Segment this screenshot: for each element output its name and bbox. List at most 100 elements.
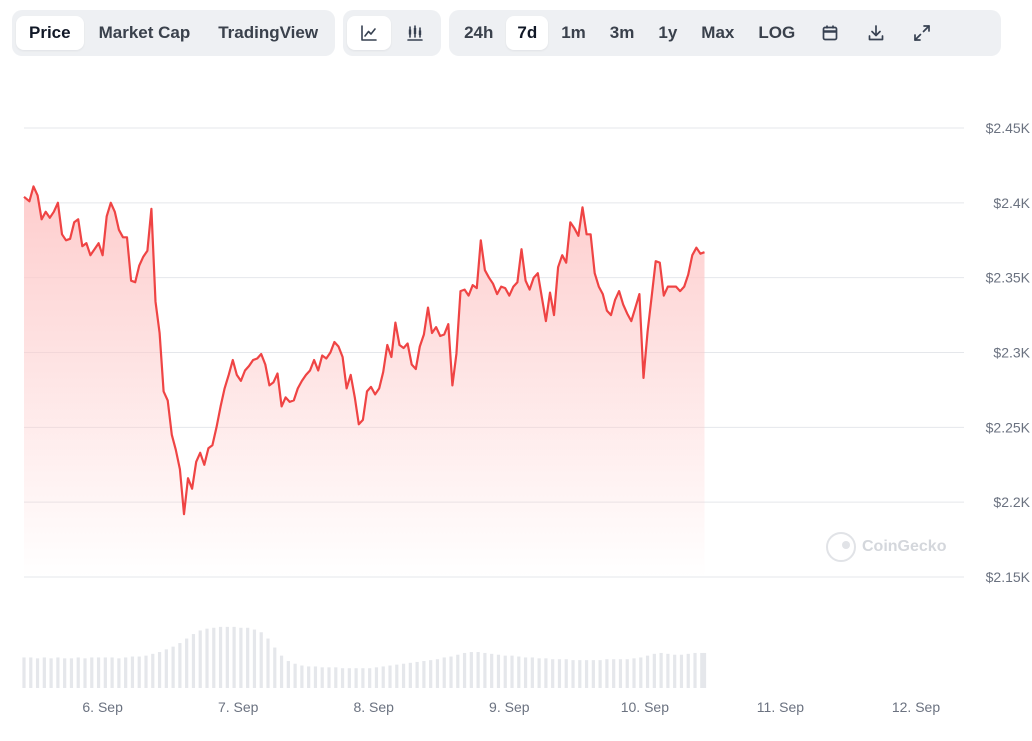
volume-bar: [307, 666, 311, 688]
volume-bar: [584, 660, 589, 688]
volume-bar: [347, 668, 351, 688]
volume-bar: [225, 626, 229, 688]
volume-bar: [286, 661, 290, 688]
volume-bar: [639, 657, 643, 688]
volume-bar: [279, 655, 284, 688]
x-tick-label: 9. Sep: [489, 699, 530, 715]
volume-bar: [198, 630, 202, 688]
volume-bar: [530, 657, 534, 688]
x-tick-label: 6. Sep: [82, 699, 123, 715]
volume-bar: [490, 653, 494, 688]
volume-bar: [293, 663, 297, 688]
volume-bar: [456, 654, 460, 688]
volume-bar: [157, 652, 162, 688]
volume-bar: [63, 658, 67, 688]
volume-bar: [239, 627, 243, 688]
volume-bar: [90, 657, 94, 688]
volume-bar: [76, 657, 80, 688]
volume-bar: [35, 658, 40, 688]
volume-bar: [103, 657, 107, 688]
y-tick-label: $2.35K: [986, 270, 1031, 286]
volume-bar: [666, 653, 670, 688]
volume-bar: [273, 647, 277, 688]
volume-bar: [368, 668, 372, 688]
volume-bar: [537, 658, 541, 688]
volume-bar: [462, 652, 467, 688]
volume-bar: [435, 659, 440, 688]
volume-bar: [185, 638, 189, 688]
x-tick-label: 10. Sep: [621, 699, 669, 715]
volume-bar: [652, 653, 656, 688]
volume-bar: [354, 668, 358, 688]
volume-bar: [56, 657, 60, 688]
volume-bar: [151, 653, 155, 688]
volume-bar: [503, 655, 507, 688]
y-axis: $2.45K $2.4K $2.35K $2.3K $2.25K $2.2K $2.15K: [986, 120, 1031, 585]
volume-bar: [374, 667, 379, 688]
volume-bar: [408, 662, 412, 688]
volume-bar: [266, 638, 270, 688]
x-tick-label: 8. Sep: [353, 699, 394, 715]
coingecko-watermark: CoinGecko: [826, 532, 946, 562]
volume-bar: [49, 658, 53, 688]
volume-bar: [483, 652, 487, 688]
volume-bar: [469, 652, 473, 688]
volume-bar: [96, 657, 101, 688]
volume-bar: [124, 657, 128, 688]
volume-bar: [702, 652, 707, 688]
volume-bar: [381, 666, 385, 688]
volume-bar: [83, 658, 87, 688]
volume-bar: [178, 643, 182, 688]
volume-bar: [544, 658, 548, 688]
volume-bar: [618, 659, 623, 688]
volume-bar: [578, 660, 582, 688]
price-area: [24, 186, 705, 577]
volume-bar: [246, 627, 250, 688]
volume-bar: [598, 660, 602, 688]
volume-bar: [388, 665, 392, 688]
volume-bar: [422, 661, 426, 688]
volume-bar: [191, 634, 196, 688]
volume-bar: [659, 652, 663, 688]
y-tick-label: $2.25K: [986, 419, 1031, 435]
volume-bar: [69, 658, 74, 688]
volume-bar: [300, 665, 304, 688]
y-tick-label: $2.15K: [986, 569, 1031, 585]
volume-bar: [252, 629, 257, 688]
volume-bar: [361, 668, 365, 688]
volume-bar: [401, 663, 406, 688]
volume-bar: [313, 666, 318, 688]
volume-bar: [164, 649, 168, 688]
volume-bar: [218, 626, 223, 688]
x-axis: 6. Sep 7. Sep 8. Sep 9. Sep 10. Sep 11. Sep 12…: [82, 699, 940, 715]
y-tick-label: $2.4K: [993, 195, 1030, 211]
y-tick-label: $2.3K: [993, 345, 1030, 361]
volume-bar: [693, 652, 697, 688]
price-chart: $2.45K$2.4K$2.35K$2.3K$2.25K$2.2K$2.15K …: [22, 120, 1031, 715]
volume-bar: [523, 657, 528, 688]
volume-bar: [557, 659, 562, 688]
volume-bar: [340, 668, 345, 688]
volume-bar: [551, 659, 555, 688]
x-tick-label: 11. Sep: [757, 699, 804, 715]
volume-bar: [496, 654, 501, 688]
y-tick-label: $2.45K: [986, 120, 1031, 136]
volume-bar: [625, 659, 629, 688]
volume-bar: [117, 658, 121, 688]
volume-bar: [327, 667, 331, 688]
volume-bar: [232, 626, 236, 688]
volume-bar: [476, 652, 480, 688]
volume-bar: [679, 654, 684, 688]
volume-bar: [130, 656, 135, 688]
volume-bar: [591, 660, 595, 688]
volume-bar: [171, 646, 175, 688]
volume-bar: [686, 653, 690, 688]
coingecko-logo-icon: [826, 532, 856, 562]
volume-bar: [517, 656, 521, 688]
volume-bar: [605, 659, 609, 688]
volume-bar: [22, 657, 26, 688]
watermark-text: CoinGecko: [862, 538, 947, 555]
volume-bar: [395, 664, 399, 688]
volume-bar: [259, 632, 263, 688]
volume-bar: [29, 657, 33, 688]
